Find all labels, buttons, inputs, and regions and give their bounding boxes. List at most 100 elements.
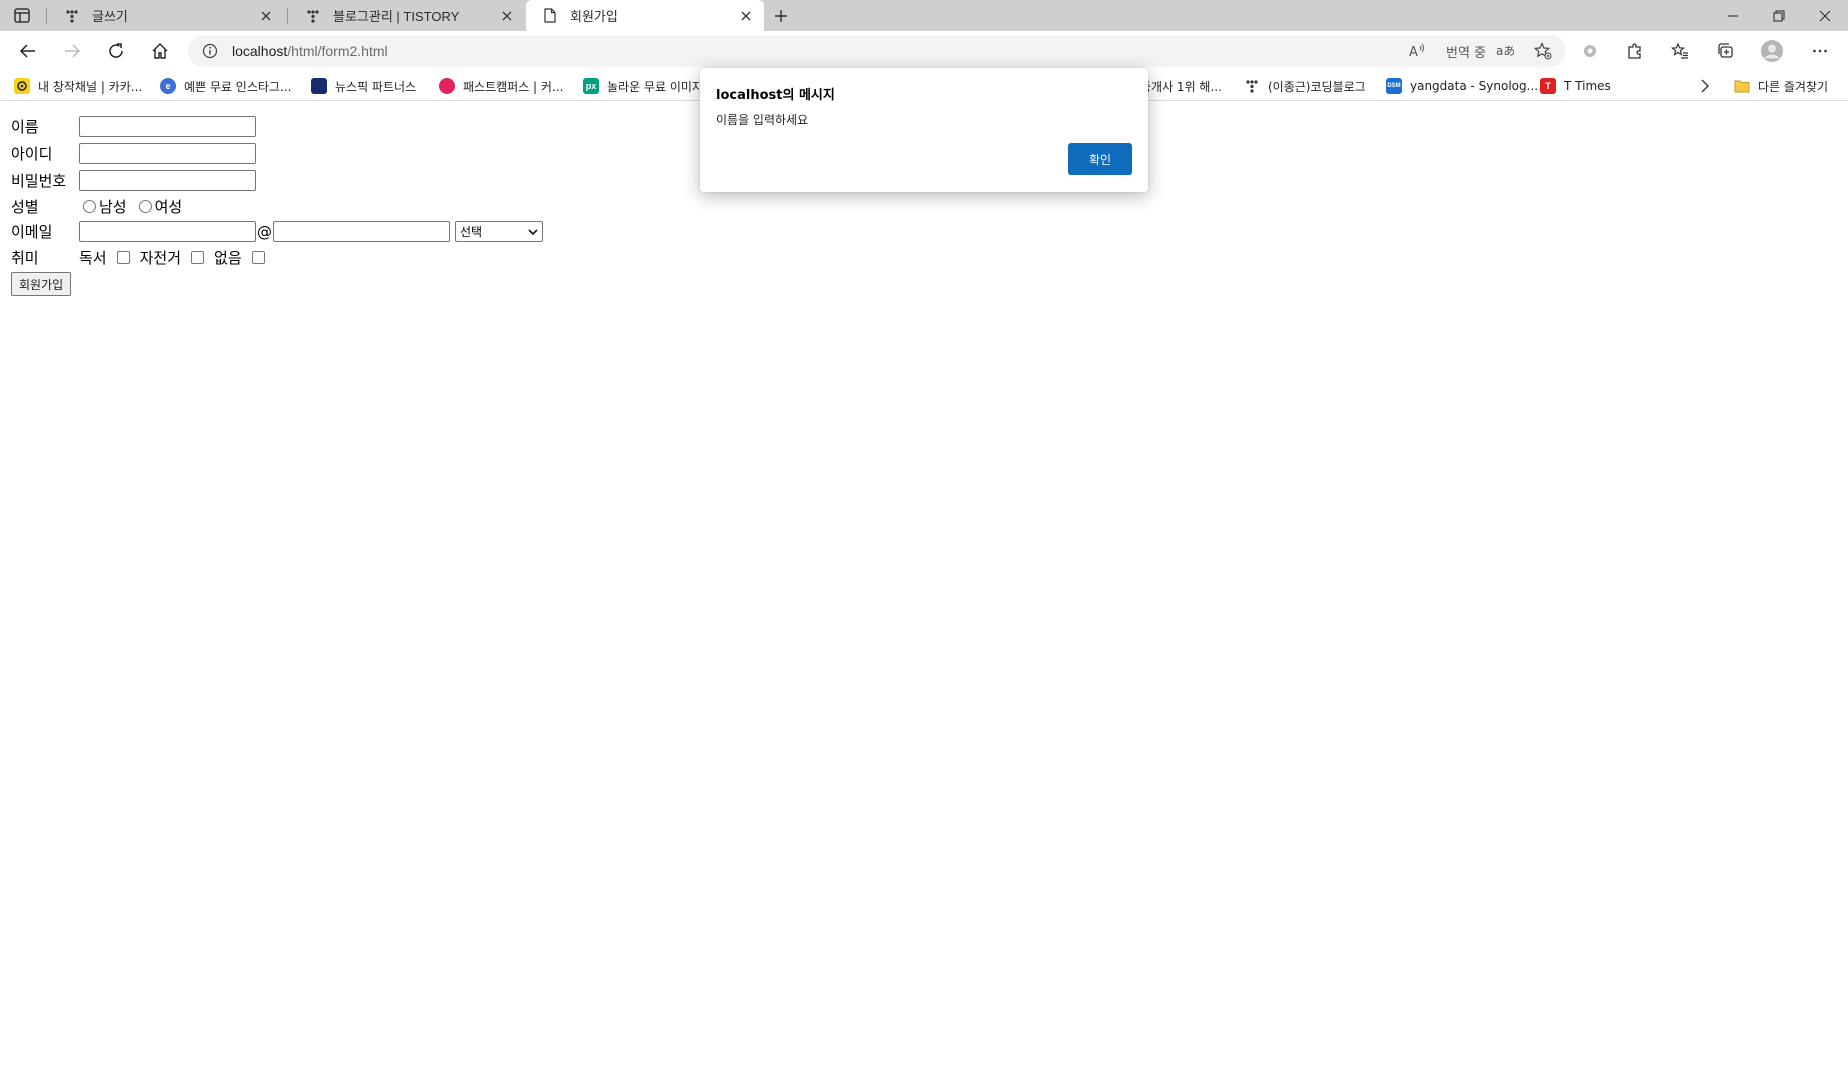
url-host: localhost <box>232 43 288 59</box>
restore-button[interactable] <box>1756 0 1802 31</box>
email-domain-select[interactable]: 선택 <box>455 221 543 242</box>
fastcampus-icon <box>439 78 455 94</box>
bookmark-item[interactable]: 뉴스픽 파트너스 <box>311 77 416 95</box>
tab-separator <box>46 8 47 24</box>
bookmark-label: (이종근)코딩블로그 <box>1268 79 1366 94</box>
id-input[interactable] <box>79 143 256 164</box>
male-label: 남성 <box>99 198 127 216</box>
alert-dialog: localhost의 메시지 이름을 입력하세요 확인 <box>700 68 1148 192</box>
female-label: 여성 <box>154 198 183 216</box>
bookmark-label: yangdata - Synolog... <box>1410 79 1539 93</box>
female-radio[interactable] <box>138 200 152 213</box>
email-domain-input[interactable] <box>273 221 450 242</box>
extensions-puzzle-icon[interactable] <box>1623 39 1647 63</box>
bookmark-label: 예쁜 무료 인스타그... <box>184 79 292 94</box>
window-close-button[interactable] <box>1802 0 1848 31</box>
bookmark-label: T Times <box>1564 79 1611 93</box>
address-url[interactable]: localhost/html/form2.html <box>232 43 388 59</box>
select-value: 선택 <box>460 225 483 239</box>
close-icon[interactable] <box>499 8 515 24</box>
password-row: 비밀번호 <box>11 170 256 191</box>
more-menu-icon[interactable] <box>1808 39 1832 63</box>
home-button[interactable] <box>146 37 174 65</box>
bookmark-item[interactable]: e 예쁜 무료 인스타그... <box>160 77 291 95</box>
bookmark-item[interactable]: (이종근)코딩블로그 <box>1244 77 1366 95</box>
bookmark-label: 내 창작채널 | 카카... <box>38 79 143 94</box>
password-input[interactable] <box>79 170 256 191</box>
address-bar[interactable]: localhost/html/form2.html A 번역 중 aあ <box>188 35 1566 67</box>
dialog-title: localhost의 메시지 <box>716 88 835 103</box>
email-at-sign: @ <box>257 222 272 241</box>
male-radio[interactable] <box>83 200 96 213</box>
tab-write[interactable]: 글쓰기 <box>48 0 284 31</box>
tab-actions-icon[interactable] <box>12 7 34 25</box>
pexels-icon: px <box>583 78 599 94</box>
back-button[interactable] <box>14 37 42 65</box>
newspick-icon <box>311 78 327 94</box>
tab-signup[interactable]: 회원가입 <box>526 0 764 31</box>
extension-gray-icon[interactable] <box>1578 39 1602 63</box>
reading-label: 독서 <box>79 249 107 267</box>
synology-icon: DSM <box>1386 78 1402 94</box>
profile-avatar-icon[interactable] <box>1760 39 1784 63</box>
kakao-icon <box>14 78 30 94</box>
tistory-icon <box>1244 78 1260 94</box>
chevron-down-icon <box>528 228 538 236</box>
tistory-icon <box>305 8 321 24</box>
email-row: 이메일 @ 선택 <box>11 221 543 242</box>
tab-label: 블로그관리 | TISTORY <box>333 9 460 24</box>
email-label: 이메일 <box>11 223 53 241</box>
none-label: 없음 <box>214 249 242 267</box>
signup-submit-button[interactable]: 회원가입 <box>11 272 72 296</box>
name-input[interactable] <box>79 116 256 137</box>
favorites-icon[interactable] <box>1668 39 1692 63</box>
bookmark-item[interactable]: T T Times <box>1540 77 1611 95</box>
tistory-icon <box>64 8 80 24</box>
name-row: 이름 <box>11 116 256 137</box>
gender-row: 성별 남성 여성 <box>11 196 182 217</box>
id-label: 아이디 <box>11 145 53 163</box>
translate-label[interactable]: 번역 중 <box>1446 43 1486 61</box>
bookmark-label: 놀라운 무료 이미지 <box>607 79 703 94</box>
info-icon[interactable] <box>202 43 218 59</box>
page-icon <box>542 8 558 24</box>
none-checkbox[interactable] <box>251 251 265 264</box>
close-icon[interactable] <box>738 8 754 24</box>
email-id-input[interactable] <box>79 221 256 242</box>
url-path: /html/form2.html <box>287 43 388 59</box>
page-content: 이름 아이디 비밀번호 성별 남성 여성 이메일 @ 선택 취미 독서 자전거 … <box>0 102 1848 1080</box>
forward-button[interactable] <box>58 37 86 65</box>
tab-separator <box>287 8 288 24</box>
tab-strip: 글쓰기 블로그관리 | TISTORY 회원가입 <box>0 0 1848 31</box>
immersive-reader-icon[interactable]: aあ <box>1496 43 1514 59</box>
id-row: 아이디 <box>11 143 256 164</box>
favorite-star-icon[interactable] <box>1534 42 1552 60</box>
bookmark-label: 패스트캠퍼스 | 커... <box>463 79 564 94</box>
bookmarks-overflow-chevron-icon[interactable] <box>1700 77 1710 95</box>
tab-blog-admin[interactable]: 블로그관리 | TISTORY <box>289 0 525 31</box>
collections-icon[interactable] <box>1714 39 1738 63</box>
read-aloud-icon[interactable]: A <box>1408 43 1426 59</box>
bike-label: 자전거 <box>139 249 182 267</box>
browser-toolbar: localhost/html/form2.html A 번역 중 aあ <box>0 31 1848 71</box>
minimize-button[interactable] <box>1710 0 1756 31</box>
gender-label: 성별 <box>11 198 39 216</box>
bookmark-item[interactable]: 내 창작채널 | 카카... <box>14 77 142 95</box>
bookmark-item[interactable]: 패스트캠퍼스 | 커... <box>439 77 563 95</box>
bike-checkbox[interactable] <box>191 251 205 264</box>
tab-label: 글쓰기 <box>92 9 128 24</box>
other-bookmarks[interactable]: 다른 즐겨찾기 <box>1734 77 1828 95</box>
instagram-generator-icon: e <box>160 78 176 94</box>
reading-checkbox[interactable] <box>116 251 130 264</box>
bookmark-item[interactable]: DSM yangdata - Synolog... <box>1386 77 1538 95</box>
refresh-button[interactable] <box>102 37 130 65</box>
new-tab-button[interactable] <box>770 5 792 27</box>
bookmark-item[interactable]: px 놀라운 무료 이미지 <box>583 77 703 95</box>
dialog-ok-button[interactable]: 확인 <box>1068 143 1132 175</box>
bookmark-item[interactable]: 중개사 1위 해... <box>1140 77 1222 95</box>
bookmark-label: 뉴스픽 파트너스 <box>335 79 417 94</box>
close-icon[interactable] <box>258 8 274 24</box>
password-label: 비밀번호 <box>11 172 67 190</box>
hobby-row: 취미 독서 자전거 없음 <box>11 247 275 268</box>
bookmark-label: 중개사 1위 해... <box>1140 79 1222 94</box>
